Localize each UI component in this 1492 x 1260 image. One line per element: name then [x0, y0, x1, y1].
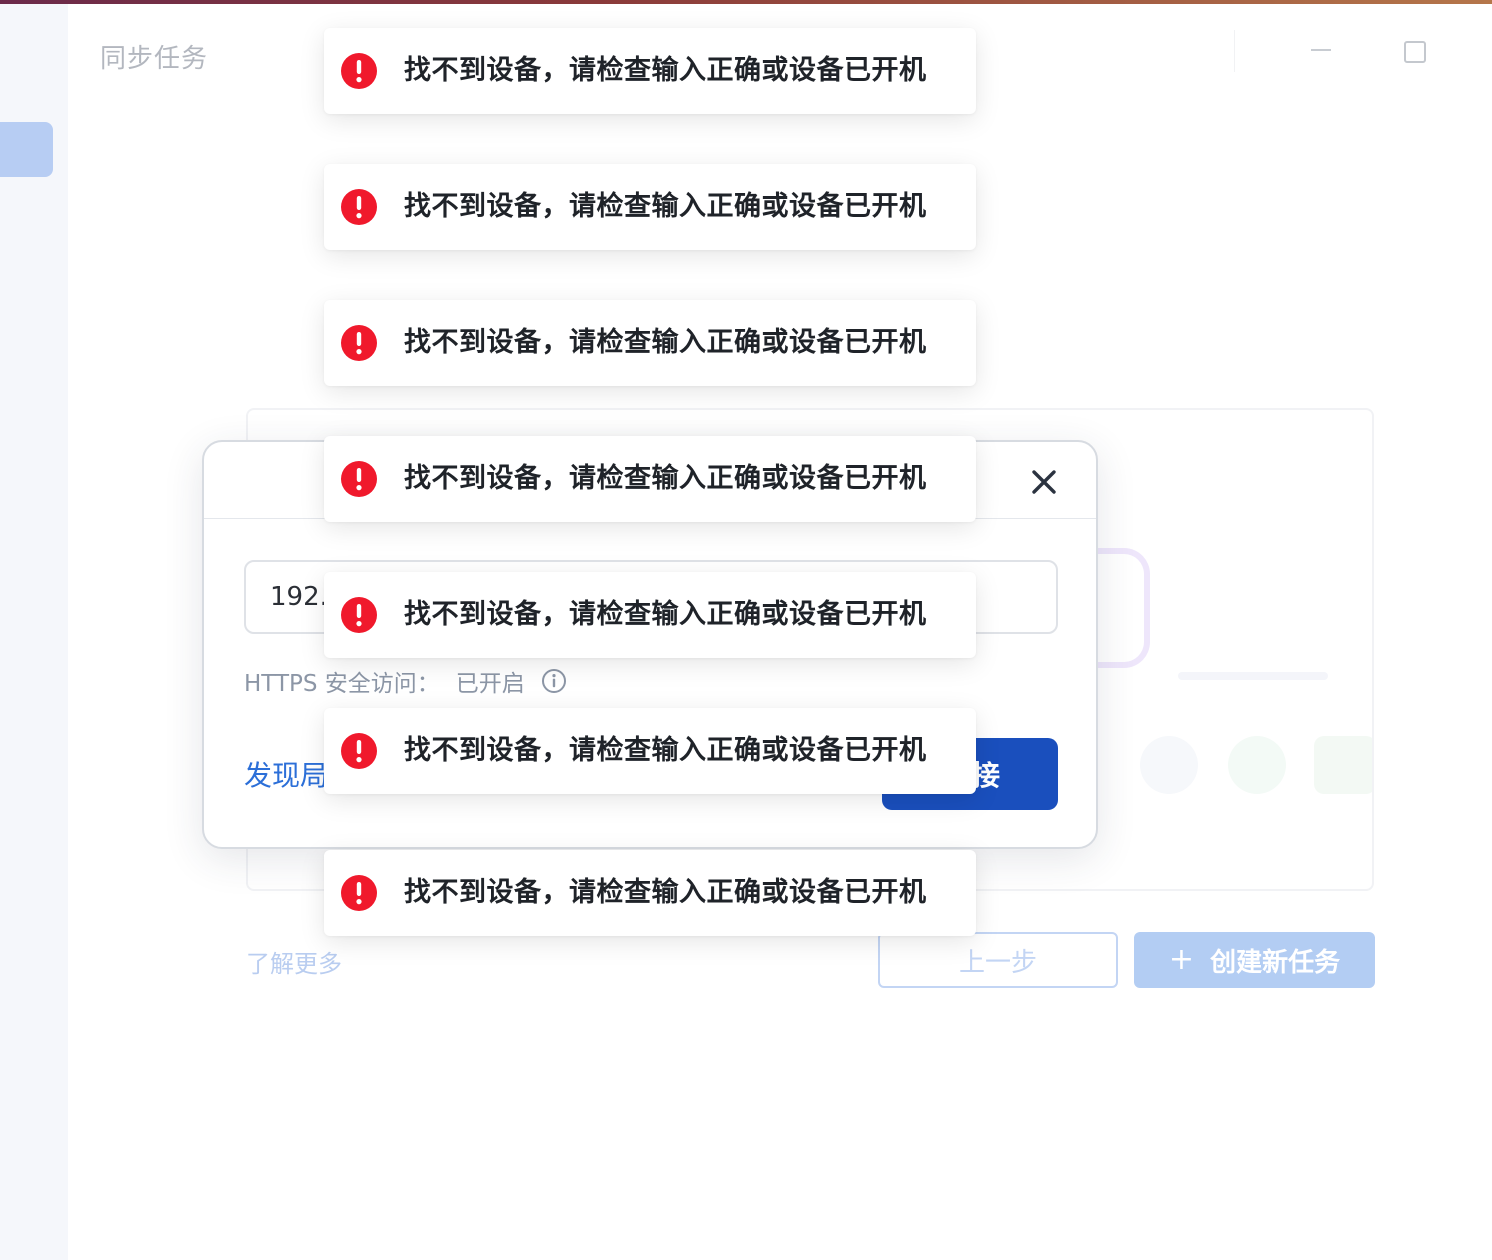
info-icon[interactable] [541, 668, 567, 694]
sidebar [0, 4, 68, 1260]
error-circle-icon [340, 732, 378, 770]
error-circle-icon [340, 874, 378, 912]
toast-message: 找不到设备，请检查输入正确或设备已开机 [404, 463, 927, 494]
plus-icon: + [1168, 942, 1195, 977]
illustration-line [1178, 672, 1328, 680]
minimize-icon[interactable] [1306, 32, 1336, 62]
create-task-button[interactable]: + 创建新任务 [1134, 932, 1375, 988]
error-circle-icon [340, 324, 378, 362]
https-status-value: 已开启 [455, 671, 525, 697]
error-circle-icon [340, 460, 378, 498]
close-icon[interactable] [1024, 462, 1064, 502]
error-circle-icon [340, 188, 378, 226]
error-circle-icon [340, 596, 378, 634]
error-circle-icon [340, 52, 378, 90]
error-toast: 找不到设备，请检查输入正确或设备已开机 [324, 164, 976, 250]
error-toast: 找不到设备，请检查输入正确或设备已开机 [324, 300, 976, 386]
illustration-dot [1228, 736, 1286, 794]
error-toast: 找不到设备，请检查输入正确或设备已开机 [324, 572, 976, 658]
toast-message: 找不到设备，请检查输入正确或设备已开机 [404, 327, 927, 358]
toast-message: 找不到设备，请检查输入正确或设备已开机 [404, 191, 927, 222]
sidebar-item-active[interactable] [0, 122, 53, 177]
illustration-dot [1140, 736, 1198, 794]
error-toast: 找不到设备，请检查输入正确或设备已开机 [324, 436, 976, 522]
discover-lan-link[interactable]: 发现局 [244, 754, 328, 794]
error-toast: 找不到设备，请检查输入正确或设备已开机 [324, 708, 976, 794]
maximize-icon[interactable] [1398, 35, 1428, 65]
toast-message: 找不到设备，请检查输入正确或设备已开机 [404, 55, 927, 86]
toast-message: 找不到设备，请检查输入正确或设备已开机 [404, 599, 927, 630]
error-toast: 找不到设备，请检查输入正确或设备已开机 [324, 850, 976, 936]
https-label: HTTPS 安全访问： [244, 671, 440, 697]
page-title: 同步任务 [100, 44, 209, 74]
learn-more-link[interactable]: 了解更多 [246, 944, 342, 979]
create-task-label: 创建新任务 [1210, 947, 1341, 978]
illustration-dot [1314, 736, 1372, 794]
prev-step-button[interactable]: 上一步 [878, 932, 1118, 988]
toast-message: 找不到设备，请检查输入正确或设备已开机 [404, 735, 927, 766]
toast-message: 找不到设备，请检查输入正确或设备已开机 [404, 877, 927, 908]
https-status-row: HTTPS 安全访问： 已开启 [244, 664, 567, 698]
window-top-strip [0, 0, 1492, 4]
error-toast: 找不到设备，请检查输入正确或设备已开机 [324, 28, 976, 114]
titlebar-separator [1234, 30, 1235, 72]
